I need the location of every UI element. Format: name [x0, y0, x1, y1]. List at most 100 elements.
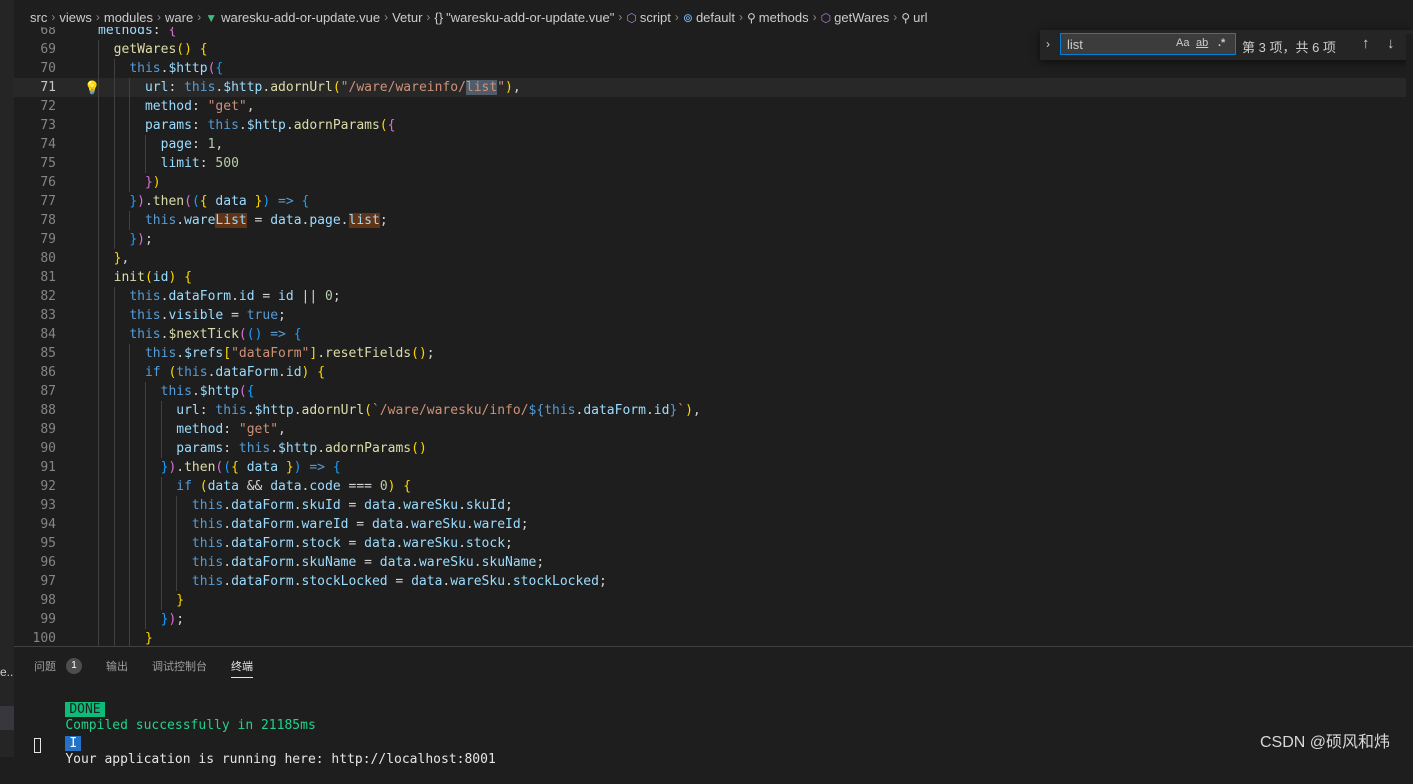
line-number[interactable]: 94: [14, 515, 56, 534]
match-case-icon[interactable]: Aa: [1176, 37, 1189, 49]
line-number[interactable]: 72: [14, 97, 56, 116]
line-number[interactable]: 76: [14, 173, 56, 192]
sidebar-selected-item[interactable]: [0, 706, 14, 730]
code-line[interactable]: 78 this.wareList = data.page.list;: [14, 211, 1413, 230]
next-match-arrow-icon[interactable]: ↓: [1387, 35, 1395, 52]
code-line[interactable]: 73 params: this.$http.adornParams({: [14, 116, 1413, 135]
line-number[interactable]: 68: [14, 27, 56, 40]
code-line[interactable]: 92 if (data && data.code === 0) {: [14, 477, 1413, 496]
line-number[interactable]: 86: [14, 363, 56, 382]
code-line[interactable]: 77 }).then(({ data }) => {: [14, 192, 1413, 211]
code-line[interactable]: 86 if (this.dataForm.id) {: [14, 363, 1413, 382]
line-number[interactable]: 91: [14, 458, 56, 477]
editor-scrollbar[interactable]: [1406, 34, 1413, 646]
code-line[interactable]: 75 limit: 500: [14, 154, 1413, 173]
whole-word-icon[interactable]: ab: [1196, 37, 1208, 49]
line-number[interactable]: 87: [14, 382, 56, 401]
code-line[interactable]: 90 params: this.$http.adornParams(): [14, 439, 1413, 458]
code-line[interactable]: 94 this.dataForm.wareId = data.wareSku.w…: [14, 515, 1413, 534]
line-number[interactable]: 83: [14, 306, 56, 325]
code-line[interactable]: 99 });: [14, 610, 1413, 629]
line-number[interactable]: 70: [14, 59, 56, 78]
code-line[interactable]: 93 this.dataForm.skuId = data.wareSku.sk…: [14, 496, 1413, 515]
code-line[interactable]: 85 this.$refs["dataForm"].resetFields();: [14, 344, 1413, 363]
code-line[interactable]: 98 }: [14, 591, 1413, 610]
code-line[interactable]: 97 this.dataForm.stockLocked = data.ware…: [14, 572, 1413, 591]
line-number[interactable]: 80: [14, 249, 56, 268]
code-text: page: 1,: [160, 137, 224, 152]
tab-terminal[interactable]: 终端: [231, 658, 253, 678]
code-line[interactable]: 81 init(id) {: [14, 268, 1413, 287]
breadcrumb-item-views[interactable]: views: [59, 10, 92, 25]
line-number[interactable]: 71: [14, 78, 56, 97]
breadcrumb-item-url[interactable]: ⚲ url: [901, 10, 927, 25]
wrench-icon: ⚲: [901, 10, 911, 25]
code-text: if (this.dataForm.id) {: [144, 365, 326, 380]
breadcrumb-item-ware[interactable]: ware: [165, 10, 193, 25]
line-number[interactable]: 96: [14, 553, 56, 572]
code-line[interactable]: 80 },: [14, 249, 1413, 268]
code-line[interactable]: 71 💡 url: this.$http.adornUrl("/ware/ware…: [14, 78, 1413, 97]
code-line[interactable]: 72 method: "get",: [14, 97, 1413, 116]
line-number[interactable]: 69: [14, 40, 56, 59]
line-number[interactable]: 78: [14, 211, 56, 230]
code-line[interactable]: 76 }): [14, 173, 1413, 192]
previous-match-arrow-icon[interactable]: ↑: [1362, 35, 1370, 52]
line-number[interactable]: 90: [14, 439, 56, 458]
tab-output[interactable]: 输出: [106, 658, 128, 674]
code-line[interactable]: 96 this.dataForm.skuName = data.wareSku.…: [14, 553, 1413, 572]
code-line[interactable]: 79 });: [14, 230, 1413, 249]
code-line[interactable]: 87 this.$http({: [14, 382, 1413, 401]
line-number[interactable]: 77: [14, 192, 56, 211]
code-line[interactable]: 70 this.$http({: [14, 59, 1413, 78]
line-number[interactable]: 97: [14, 572, 56, 591]
line-number[interactable]: 92: [14, 477, 56, 496]
line-number[interactable]: 95: [14, 534, 56, 553]
breadcrumb-item-waresku-add-or-update-vue[interactable]: ▼ waresku-add-or-update.vue: [205, 10, 380, 25]
code-line[interactable]: 89 method: "get",: [14, 420, 1413, 439]
line-number[interactable]: 100: [14, 629, 56, 647]
code-line[interactable]: 74 page: 1,: [14, 135, 1413, 154]
breadcrumb-item-getwares[interactable]: ⬡ getWares: [821, 10, 890, 25]
line-number[interactable]: 93: [14, 496, 56, 515]
code-text: init(id) {: [113, 270, 192, 285]
line-number[interactable]: 81: [14, 268, 56, 287]
line-number[interactable]: 75: [14, 154, 56, 173]
code-text: }: [176, 593, 185, 608]
breadcrumb-item-waresku-add-or-update-vue[interactable]: {} "waresku-add-or-update.vue": [434, 10, 614, 25]
code-line[interactable]: 83 this.visible = true;: [14, 306, 1413, 325]
line-number[interactable]: 79: [14, 230, 56, 249]
code-line[interactable]: 84 this.$nextTick(() => {: [14, 325, 1413, 344]
line-number[interactable]: 84: [14, 325, 56, 344]
breadcrumb-item-src[interactable]: src: [30, 10, 47, 25]
line-number[interactable]: 88: [14, 401, 56, 420]
line-number[interactable]: 98: [14, 591, 56, 610]
tab-problems[interactable]: 问题: [34, 658, 56, 674]
code-line[interactable]: 88 url: this.$http.adornUrl(`/ware/wares…: [14, 401, 1413, 420]
code-line[interactable]: 91 }).then(({ data }) => {: [14, 458, 1413, 477]
toggle-replace-chevron-icon[interactable]: ›: [1046, 37, 1050, 51]
code-text: params: this.$http.adornParams(): [176, 441, 427, 456]
code-line[interactable]: 100 }: [14, 629, 1413, 647]
line-number[interactable]: 85: [14, 344, 56, 363]
tab-debug-console[interactable]: 调试控制台: [152, 658, 207, 674]
code-editor[interactable]: 68 methods: {69 getWares() {70 this.$http…: [14, 27, 1413, 647]
code-line[interactable]: 95 this.dataForm.stock = data.wareSku.st…: [14, 534, 1413, 553]
breadcrumb-item-script[interactable]: ⬡ script: [626, 10, 671, 25]
breadcrumb-item-default[interactable]: ⊚ default: [683, 10, 735, 25]
breadcrumb-item-methods[interactable]: ⚲ methods: [747, 10, 809, 25]
line-number[interactable]: 74: [14, 135, 56, 154]
terminal-cursor[interactable]: [34, 738, 41, 753]
code-text: params: this.$http.adornParams({: [144, 118, 396, 133]
line-number[interactable]: 82: [14, 287, 56, 306]
line-number[interactable]: 89: [14, 420, 56, 439]
code-text: this.dataForm.skuName = data.wareSku.sku…: [191, 555, 545, 570]
regex-icon[interactable]: .*: [1218, 37, 1225, 49]
line-number[interactable]: 73: [14, 116, 56, 135]
breadcrumb-item-modules[interactable]: modules: [104, 10, 153, 25]
breadcrumb-item-vetur[interactable]: Vetur: [392, 10, 422, 25]
code-line[interactable]: 82 this.dataForm.id = id || 0;: [14, 287, 1413, 306]
code-text: this.$http({: [160, 384, 255, 399]
line-number[interactable]: 99: [14, 610, 56, 629]
find-input[interactable]: [1060, 33, 1236, 55]
